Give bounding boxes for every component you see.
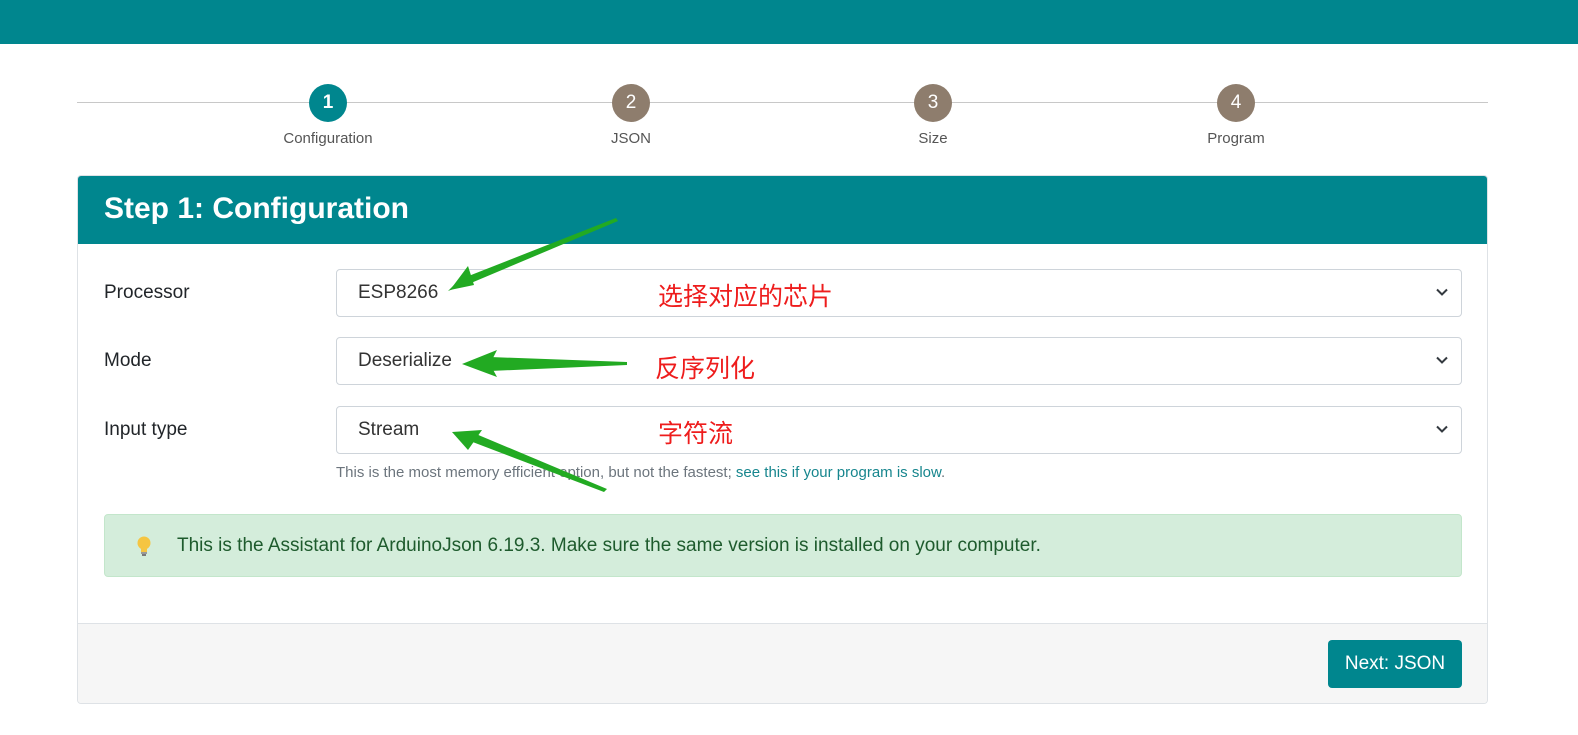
step-label: Size <box>918 130 948 147</box>
input-type-select[interactable]: Stream <box>336 406 1462 454</box>
step-label: Configuration <box>283 130 373 147</box>
processor-label: Processor <box>104 282 190 303</box>
input-type-help-text: This is the most memory efficient option… <box>336 464 945 481</box>
next-json-button[interactable]: Next: JSON <box>1328 640 1462 688</box>
step-number-badge: 3 <box>914 84 952 122</box>
chevron-down-icon <box>1436 288 1448 296</box>
card-footer: Next: JSON <box>78 623 1487 703</box>
card-header: Step 1: Configuration <box>78 176 1487 244</box>
step-number-badge: 2 <box>612 84 650 122</box>
processor-select[interactable]: ESP8266 <box>336 269 1462 317</box>
help-text-body: This is the most memory efficient option… <box>336 464 736 481</box>
mode-label: Mode <box>104 350 152 371</box>
processor-select-value: ESP8266 <box>358 282 439 303</box>
step-size[interactable]: 3 Size <box>853 84 1013 147</box>
alert-text: This is the Assistant for ArduinoJson 6.… <box>177 535 1041 556</box>
step-number-badge: 1 <box>309 84 347 122</box>
card-title: Step 1: Configuration <box>104 192 409 225</box>
top-app-bar <box>0 0 1578 44</box>
step-configuration[interactable]: 1 Configuration <box>248 84 408 147</box>
configuration-card: Step 1: Configuration Processor ESP8266 … <box>77 175 1488 704</box>
step-json[interactable]: 2 JSON <box>551 84 711 147</box>
chevron-down-icon <box>1436 356 1448 364</box>
input-type-row: Input type Stream <box>104 406 1462 454</box>
performance-help-link[interactable]: see this if your program is slow <box>736 464 941 481</box>
mode-row: Mode Deserialize <box>104 337 1462 385</box>
help-text-suffix: . <box>941 464 946 481</box>
lightbulb-icon <box>137 536 151 556</box>
version-alert: This is the Assistant for ArduinoJson 6.… <box>104 514 1462 577</box>
wizard-stepper: 1 Configuration 2 JSON 3 Size 4 Program <box>77 84 1488 154</box>
input-type-select-value: Stream <box>358 419 420 440</box>
mode-select-value: Deserialize <box>358 350 452 371</box>
mode-select[interactable]: Deserialize <box>336 337 1462 385</box>
step-label: Program <box>1207 130 1265 147</box>
chevron-down-icon <box>1436 425 1448 433</box>
processor-row: Processor ESP8266 <box>104 269 1462 317</box>
step-number-badge: 4 <box>1217 84 1255 122</box>
input-type-label: Input type <box>104 419 188 440</box>
step-program[interactable]: 4 Program <box>1156 84 1316 147</box>
step-label: JSON <box>610 130 651 147</box>
